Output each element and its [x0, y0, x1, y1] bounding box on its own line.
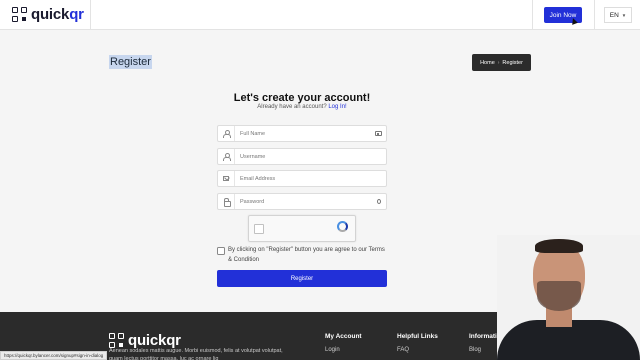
form-subline: Already have an account? Log In!: [0, 104, 604, 110]
footer-col-title: My Account: [325, 333, 362, 340]
form-headline: Let's create your account!: [233, 92, 371, 104]
register-button[interactable]: Register: [217, 270, 387, 287]
email-input[interactable]: [240, 173, 370, 184]
footer-col-title: Informati: [469, 333, 497, 340]
username-input[interactable]: [240, 151, 370, 162]
recaptcha-icon: [337, 221, 348, 232]
breadcrumb-home[interactable]: Home: [480, 60, 495, 66]
mail-icon: [218, 171, 235, 186]
id-card-icon: [374, 129, 383, 138]
chevron-down-icon: ▼: [621, 12, 627, 18]
logo-text: quickqr: [31, 6, 84, 23]
logo[interactable]: quickqr: [12, 6, 84, 23]
logo-qr-icon: [12, 6, 28, 23]
header-divider: [532, 0, 533, 30]
password-input[interactable]: [240, 196, 370, 207]
header-divider: [90, 0, 91, 30]
site-header: quickqr Join Now EN ▼: [0, 0, 640, 30]
full-name-input[interactable]: [240, 128, 370, 139]
login-link[interactable]: Log In!: [328, 104, 346, 110]
logo-prefix: quick: [31, 6, 70, 23]
terms-checkbox[interactable]: [217, 247, 225, 255]
login-prompt: Already have an account?: [257, 104, 327, 110]
password-field: [217, 193, 387, 210]
user-icon: [218, 126, 235, 141]
lock-icon: [218, 194, 235, 209]
language-label: EN: [609, 11, 619, 19]
terms-text: By clicking on "Register" button you are…: [228, 247, 385, 263]
username-field: [217, 148, 387, 165]
footer-link-blog[interactable]: Blog: [469, 347, 481, 353]
email-field: [217, 170, 387, 187]
header-divider: [594, 0, 595, 30]
footer-col-title: Helpful Links: [397, 333, 438, 340]
breadcrumb: Home › Register: [472, 54, 531, 71]
breadcrumb-separator-icon: ›: [497, 59, 500, 66]
footer-link-login[interactable]: Login: [325, 347, 340, 353]
language-selector[interactable]: EN ▼: [604, 7, 632, 23]
logo-suffix: qr: [69, 6, 84, 23]
recaptcha-checkbox[interactable]: [254, 224, 264, 234]
webcam-overlay: [497, 235, 640, 360]
user-icon: [218, 149, 235, 164]
full-name-field: [217, 125, 387, 142]
eye-icon[interactable]: [374, 197, 383, 206]
breadcrumb-current: Register: [502, 59, 523, 66]
footer-link-faq[interactable]: FAQ: [397, 347, 409, 353]
recaptcha-widget: [248, 215, 356, 242]
footer-about-text: Aenean sodales mattis augue. Morbi euism…: [109, 348, 283, 360]
status-bar-url: https://quickqr.bylancer.com/signup#sign…: [0, 351, 108, 360]
page-title: Register: [109, 55, 152, 69]
